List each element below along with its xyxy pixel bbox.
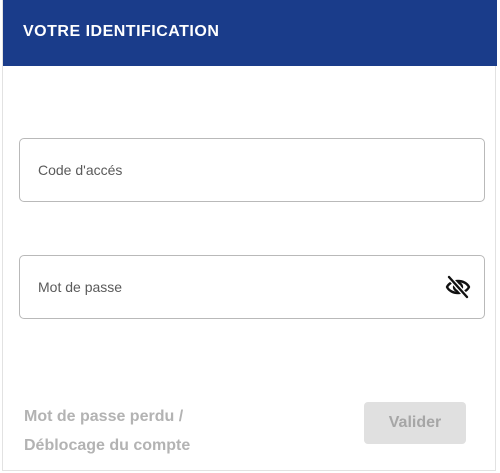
access-code-field[interactable] [19, 138, 485, 202]
login-header: VOTRE IDENTIFICATION [3, 0, 497, 66]
validate-button[interactable]: Valider [364, 402, 466, 444]
login-card: VOTRE IDENTIFICATION Mot de passe perdu … [2, 0, 497, 471]
unlock-account-link[interactable]: Déblocage du compte [24, 431, 264, 460]
access-code-input[interactable] [38, 139, 418, 201]
password-input[interactable] [38, 256, 418, 318]
lost-password-link[interactable]: Mot de passe perdu / [24, 402, 264, 431]
account-recovery-links: Mot de passe perdu / Déblocage du compte [24, 402, 264, 460]
login-title: VOTRE IDENTIFICATION [23, 23, 220, 40]
eye-slash-icon[interactable] [444, 275, 472, 299]
password-field[interactable] [19, 255, 485, 319]
